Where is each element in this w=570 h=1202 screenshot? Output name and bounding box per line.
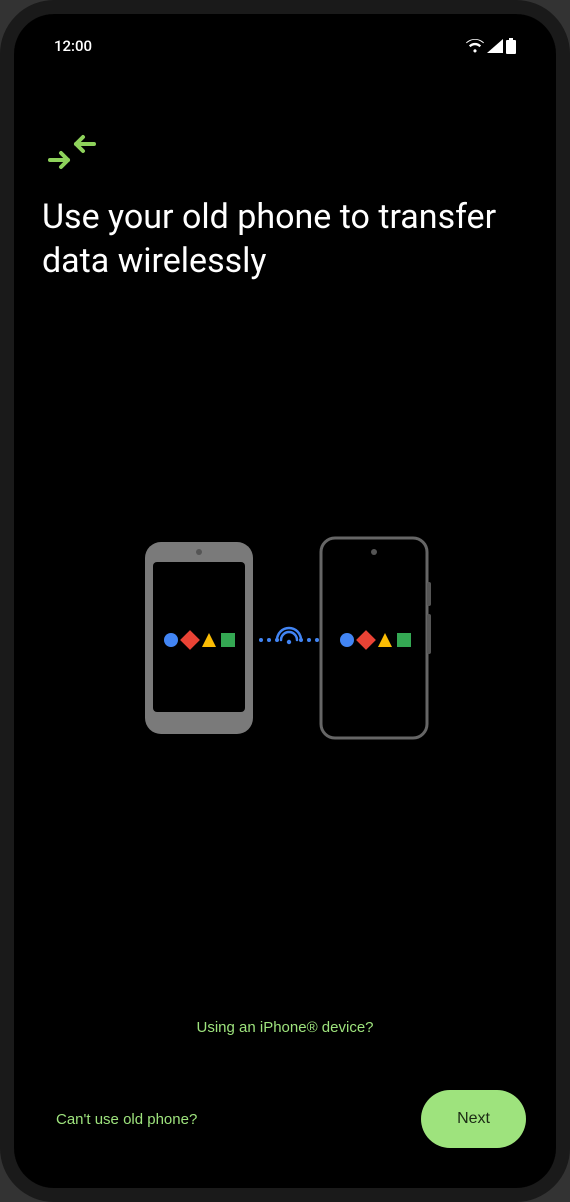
- device-frame: 12:00 Use your old phone to transfer dat…: [0, 0, 570, 1202]
- battery-icon: [506, 38, 516, 54]
- footer: Using an iPhone® device? Can't use old p…: [42, 1001, 528, 1188]
- status-icons: [466, 38, 516, 54]
- iphone-link[interactable]: Using an iPhone® device?: [185, 1011, 386, 1044]
- content-area: Use your old phone to transfer data wire…: [42, 78, 528, 1188]
- signal-icon: [487, 39, 503, 53]
- screen: 12:00 Use your old phone to transfer dat…: [14, 14, 556, 1188]
- wifi-icon: [466, 39, 484, 53]
- next-button[interactable]: Next: [421, 1090, 526, 1148]
- status-time: 12:00: [54, 37, 92, 55]
- status-bar: 12:00: [42, 14, 528, 78]
- illustration: [42, 263, 528, 1001]
- cant-use-old-phone-link[interactable]: Can't use old phone?: [44, 1103, 209, 1136]
- phones-transfer-illustration: [125, 522, 445, 742]
- transfer-arrows-icon: [48, 134, 96, 170]
